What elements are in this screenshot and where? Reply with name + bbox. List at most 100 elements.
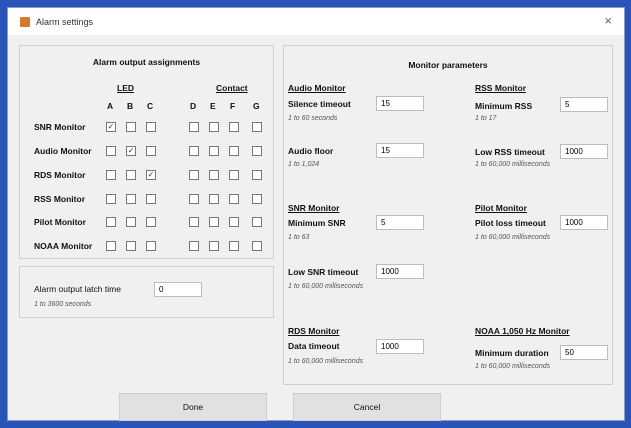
checkbox-f[interactable] [229,217,239,227]
checkbox-e[interactable] [209,122,219,132]
checkbox-c[interactable] [146,122,156,132]
minimum-snr-hint: 1 to 63 [288,234,310,241]
noaa-monitor-heading: NOAA 1,050 Hz Monitor [475,326,570,336]
column-header-g: G [253,101,260,111]
row-label: Pilot Monitor [34,217,86,227]
audio-floor-input[interactable] [376,143,424,158]
checkbox-f[interactable] [229,146,239,156]
checkbox-d[interactable] [189,217,199,227]
checkbox-d[interactable] [189,170,199,180]
checkbox-f[interactable] [229,241,239,251]
latch-hint: 1 to 3600 seconds [34,301,92,308]
checkbox-d[interactable] [189,194,199,204]
pilot-loss-timeout-input[interactable] [560,215,608,230]
checkbox-d[interactable] [189,122,199,132]
audio-monitor-heading: Audio Monitor [288,83,346,93]
minimum-rss-label: Minimum RSS [475,101,533,111]
checkbox-g[interactable] [252,122,262,132]
checkbox-f[interactable] [229,122,239,132]
data-timeout-label: Data timeout [288,341,340,351]
row-label: RDS Monitor [34,170,86,180]
checkbox-g[interactable] [252,170,262,180]
checkbox-c[interactable] [146,217,156,227]
column-header-c: C [147,101,154,111]
checkbox-d[interactable] [189,241,199,251]
checkbox-a[interactable]: ✓ [106,122,116,132]
checkbox-b[interactable] [126,170,136,180]
checkbox-b[interactable] [126,122,136,132]
minimum-snr-input[interactable] [376,215,424,230]
led-group-label: LED [117,83,134,93]
data-timeout-input[interactable] [376,339,424,354]
checkbox-g[interactable] [252,241,262,251]
contact-group-label: Contact [216,83,248,93]
checkbox-b[interactable]: ✓ [126,146,136,156]
close-icon[interactable]: × [604,13,612,28]
checkbox-c[interactable] [146,241,156,251]
low-snr-timeout-input[interactable] [376,264,424,279]
monitor-title: Monitor parameters [408,60,488,70]
minimum-duration-input[interactable] [560,345,608,360]
checkbox-a[interactable] [106,217,116,227]
low-rss-timeout-label: Low RSS timeout [475,147,545,157]
row-label: SNR Monitor [34,122,86,132]
checkbox-e[interactable] [209,146,219,156]
checkbox-a[interactable] [106,146,116,156]
latch-time-input[interactable] [154,282,202,297]
checkbox-c[interactable] [146,146,156,156]
row-label: NOAA Monitor [34,241,93,251]
checkbox-e[interactable] [209,241,219,251]
row-label: RSS Monitor [34,194,85,204]
checkbox-a[interactable] [106,241,116,251]
low-snr-timeout-label: Low SNR timeout [288,267,359,277]
checkbox-e[interactable] [209,217,219,227]
column-header-b: B [127,101,134,111]
checkbox-c[interactable]: ✓ [146,170,156,180]
checkbox-a[interactable] [106,170,116,180]
checkbox-e[interactable] [209,170,219,180]
silence-timeout-label: Silence timeout [288,99,351,109]
pilot-monitor-heading: Pilot Monitor [475,203,527,213]
checkbox-g[interactable] [252,194,262,204]
rds-monitor-heading: RDS Monitor [288,326,340,336]
low-rss-timeout-input[interactable] [560,144,608,159]
column-header-f: F [230,101,236,111]
alarm-settings-window: Alarm settings × Alarm output assignment… [7,7,625,421]
data-timeout-hint: 1 to 60,000 milliseconds [288,358,364,365]
snr-monitor-heading: SNR Monitor [288,203,340,213]
low-snr-timeout-hint: 1 to 60,000 milliseconds [288,283,364,290]
app-icon [20,16,30,27]
minimum-duration-hint: 1 to 60,000 milliseconds [475,363,551,370]
column-header-e: E [210,101,216,111]
checkbox-g[interactable] [252,146,262,156]
rss-monitor-heading: RSS Monitor [475,83,526,93]
silence-timeout-input[interactable] [376,96,424,111]
minimum-snr-label: Minimum SNR [288,218,346,228]
alarm-output-title: Alarm output assignments [92,57,201,67]
window-title: Alarm settings [36,16,94,27]
title-bar: Alarm settings [8,8,624,35]
checkbox-f[interactable] [229,194,239,204]
minimum-duration-label: Minimum duration [475,348,549,358]
audio-floor-label: Audio floor [288,146,334,156]
silence-timeout-hint: 1 to 60 seconds [288,115,338,122]
checkbox-a[interactable] [106,194,116,204]
pilot-loss-timeout-label: Pilot loss timeout [475,218,546,228]
checkbox-b[interactable] [126,241,136,251]
checkbox-d[interactable] [189,146,199,156]
minimum-rss-hint: 1 to 17 [475,115,497,122]
checkbox-f[interactable] [229,170,239,180]
audio-floor-hint: 1 to 1,024 [288,161,320,168]
minimum-rss-input[interactable] [560,97,608,112]
checkbox-b[interactable] [126,194,136,204]
cancel-button[interactable]: Cancel [293,393,441,421]
row-label: Audio Monitor [34,146,92,156]
checkbox-e[interactable] [209,194,219,204]
low-rss-timeout-hint: 1 to 60,000 milliseconds [475,161,551,168]
checkbox-c[interactable] [146,194,156,204]
pilot-loss-timeout-hint: 1 to 60,000 milliseconds [475,234,551,241]
column-header-d: D [190,101,197,111]
done-button[interactable]: Done [119,393,267,421]
checkbox-g[interactable] [252,217,262,227]
checkbox-b[interactable] [126,217,136,227]
